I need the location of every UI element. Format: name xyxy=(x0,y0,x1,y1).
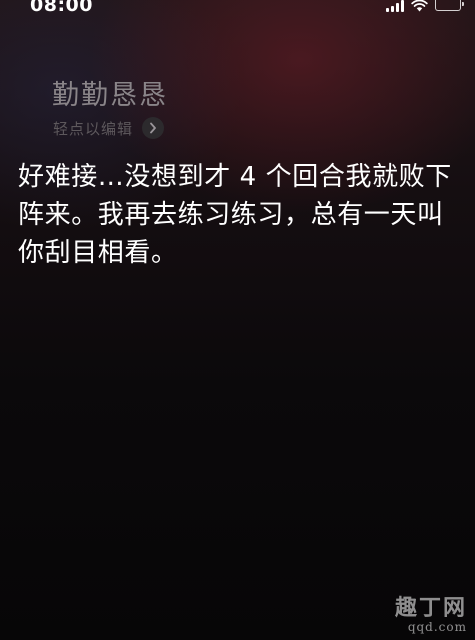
watermark-title: 趣丁网 xyxy=(395,595,468,621)
status-time: 08:00 xyxy=(30,0,93,16)
cellular-signal-icon xyxy=(386,0,404,12)
battery-icon xyxy=(435,0,464,11)
watermark-logo: 趣丁网 qqd.com xyxy=(395,596,467,634)
watermark-domain: qqd.com xyxy=(407,620,467,634)
tap-to-edit-label: 轻点以编辑 xyxy=(53,119,134,138)
tap-to-edit-row[interactable]: 轻点以编辑 xyxy=(53,117,165,139)
siri-query-text[interactable]: 勤勤恳恳 xyxy=(52,73,168,112)
status-bar: 08:00 xyxy=(0,0,475,20)
status-icons xyxy=(386,0,464,14)
wifi-icon xyxy=(411,0,428,12)
siri-response-text: 好难接…没想到才 4 个回合我就败下阵来。我再去练习练习，总有一天叫你刮目相看。 xyxy=(18,162,452,268)
chevron-right-icon[interactable] xyxy=(142,117,165,139)
